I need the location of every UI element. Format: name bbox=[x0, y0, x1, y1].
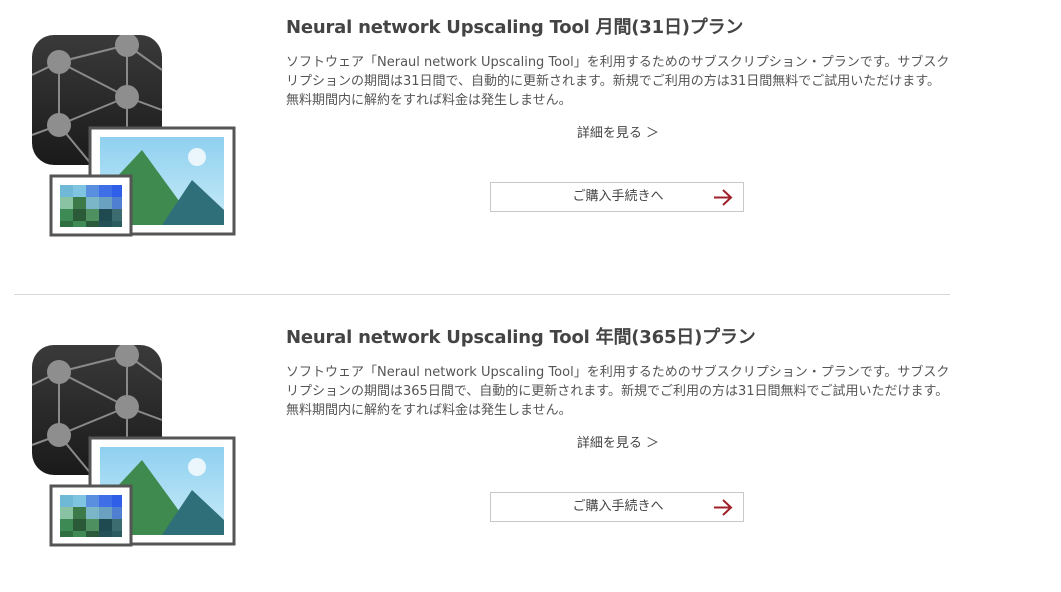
plan-description: ソフトウェア「Neraul network Upscaling Tool」を利用… bbox=[286, 55, 950, 108]
purchase-button-label: ご購入手続きへ bbox=[572, 189, 664, 204]
arrow-right-icon bbox=[714, 499, 733, 516]
plan-yearly: Neural network Upscaling Tool 年間(365日)プラ… bbox=[0, 310, 960, 560]
plan-divider bbox=[14, 294, 950, 295]
purchase-button-label: ご購入手続きへ bbox=[572, 499, 664, 514]
plan-description: ソフトウェア「Neraul network Upscaling Tool」を利用… bbox=[286, 365, 950, 418]
app-icon bbox=[32, 345, 237, 550]
purchase-button[interactable]: ご購入手続きへ bbox=[490, 492, 744, 522]
detail-link[interactable]: 詳細を見る ＞ bbox=[286, 125, 950, 143]
plan-title: Neural network Upscaling Tool 年間(365日)プラ… bbox=[286, 327, 756, 348]
detail-link[interactable]: 詳細を見る ＞ bbox=[286, 435, 950, 453]
plan-monthly: Neural network Upscaling Tool 月間(31日)プラン… bbox=[0, 0, 960, 250]
purchase-button[interactable]: ご購入手続きへ bbox=[490, 182, 744, 212]
arrow-right-icon bbox=[714, 189, 733, 206]
app-icon bbox=[32, 35, 237, 240]
plan-content: Neural network Upscaling Tool 月間(31日)プラン… bbox=[286, 16, 950, 212]
plan-content: Neural network Upscaling Tool 年間(365日)プラ… bbox=[286, 326, 950, 522]
plan-title: Neural network Upscaling Tool 月間(31日)プラン bbox=[286, 17, 744, 38]
